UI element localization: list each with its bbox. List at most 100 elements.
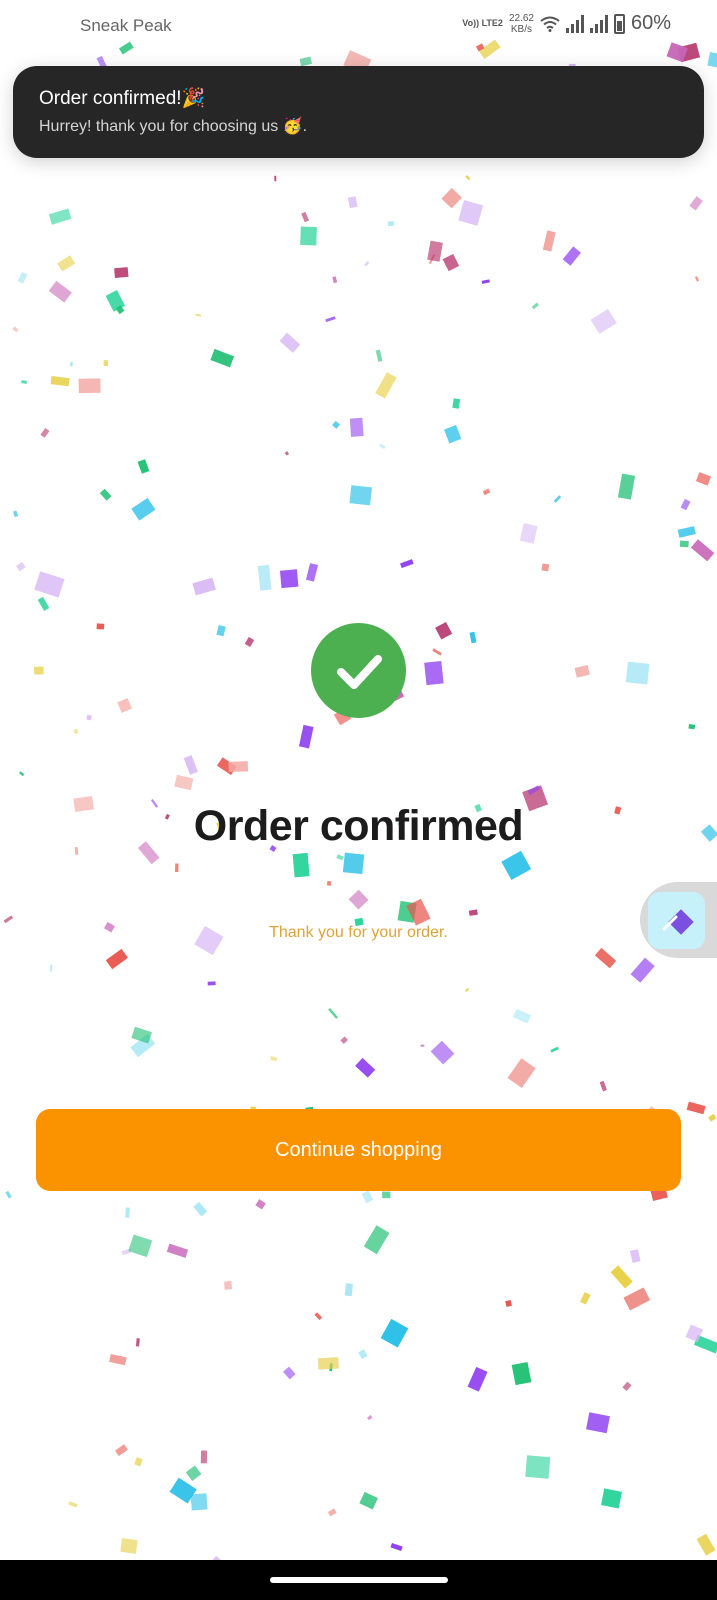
confetti-piece: [355, 1057, 376, 1078]
confetti-piece: [420, 1044, 425, 1047]
confetti-piece: [375, 349, 383, 362]
confetti-piece: [120, 1538, 138, 1554]
confetti-piece: [349, 485, 372, 506]
confetti-piece: [69, 361, 74, 367]
confetti-piece: [50, 376, 70, 387]
confetti-piece: [630, 957, 655, 983]
confetti-piece: [622, 1381, 632, 1392]
confetti-piece: [688, 723, 696, 730]
confetti-piece: [48, 280, 72, 303]
confetti-piece: [444, 425, 462, 444]
confetti-piece: [686, 1101, 706, 1115]
confetti-piece: [375, 372, 397, 399]
confetti-piece: [511, 1361, 532, 1386]
signal-icon: [565, 14, 584, 33]
confetti-piece: [207, 981, 216, 986]
confetti-piece: [195, 313, 202, 317]
confetti-piece: [340, 1036, 349, 1044]
confetti-piece: [135, 1338, 140, 1347]
confetti-piece: [125, 1207, 130, 1218]
floating-side-tab[interactable]: [640, 882, 717, 958]
confetti-piece: [137, 459, 150, 474]
confetti-piece: [114, 267, 129, 278]
confetti-piece: [298, 724, 314, 749]
confetti-piece: [531, 302, 539, 310]
confetti-piece: [694, 276, 700, 282]
confetti-piece: [435, 621, 453, 640]
signal-icon: [589, 14, 608, 33]
confetti-piece: [40, 427, 50, 438]
confetti-piece: [550, 1046, 559, 1053]
confetti-piece: [128, 1234, 153, 1258]
confetti-piece: [432, 648, 442, 656]
confetti-piece: [349, 417, 364, 437]
confetti-piece: [541, 563, 550, 572]
confetti-piece: [257, 564, 272, 591]
confetti-piece: [300, 226, 317, 246]
continue-shopping-button[interactable]: Continue shopping: [36, 1109, 681, 1191]
confetti-piece: [99, 488, 112, 501]
confetti-piece: [327, 1508, 337, 1517]
confetti-piece: [679, 540, 689, 548]
confetti-piece: [507, 1058, 536, 1088]
confetti-piece: [442, 253, 460, 272]
confetti-piece: [244, 636, 255, 648]
network-speed-value: 22.62: [508, 12, 534, 24]
confetti-piece: [21, 380, 27, 384]
confetti-piece: [68, 1501, 78, 1508]
confetti-piece: [505, 1299, 512, 1307]
confetti-piece: [109, 1354, 127, 1366]
confetti-piece: [594, 947, 617, 969]
confetti-piece: [617, 473, 636, 500]
confetti-piece: [347, 196, 358, 209]
confetti-piece: [361, 1190, 374, 1204]
battery-percentage: 60%: [630, 12, 671, 34]
confetti-piece: [228, 761, 249, 773]
confetti-piece: [17, 271, 28, 284]
confetti-piece: [314, 1312, 323, 1321]
confetti-piece: [299, 56, 313, 67]
confetti-piece: [34, 571, 65, 598]
confetti-piece: [270, 1056, 278, 1062]
status-icons: Vo)) LTE2 22.62 KB/s 60%: [462, 12, 671, 35]
confetti-piece: [707, 52, 717, 70]
confetti-piece: [562, 246, 581, 266]
system-navigation-bar: [0, 1560, 717, 1600]
confetti-piece: [317, 1357, 339, 1370]
confetti-piece: [37, 596, 50, 612]
confetti-piece: [342, 852, 365, 875]
confetti-piece: [96, 623, 105, 630]
confetti-piece: [680, 498, 691, 511]
confetti-piece: [78, 378, 101, 394]
confetti-piece: [19, 771, 25, 777]
confetti-piece: [677, 526, 696, 538]
home-indicator[interactable]: [270, 1577, 448, 1583]
confetti-piece: [501, 850, 532, 880]
toast-message: Hurrey! thank you for choosing us 🥳.: [39, 118, 308, 135]
confetti-piece: [367, 1415, 373, 1421]
page-title: Order confirmed: [193, 802, 524, 850]
order-confirmed-toast[interactable]: Order confirmed!🎉 Hurrey! thank you for …: [13, 66, 704, 158]
confetti-piece: [57, 255, 76, 272]
confetti-piece: [16, 561, 26, 572]
confetti-piece: [174, 774, 194, 791]
confetti-piece: [279, 332, 301, 353]
confetti-piece: [332, 420, 341, 429]
confetti-piece: [696, 1533, 716, 1556]
confetti-piece: [344, 1283, 354, 1297]
confetti-piece: [452, 398, 461, 409]
confetti-piece: [12, 510, 19, 518]
confetti-piece: [48, 208, 72, 225]
confetti-piece: [192, 577, 216, 596]
confetti-piece: [586, 1412, 610, 1434]
confetti-piece: [283, 1366, 296, 1380]
confetti-piece: [623, 1287, 651, 1311]
confetti-piece: [387, 221, 395, 227]
floating-tool-button[interactable]: [648, 891, 705, 949]
confetti-piece: [117, 698, 132, 713]
confetti-piece: [430, 1040, 455, 1065]
confetti-piece: [358, 1349, 368, 1360]
confetti-piece: [49, 964, 53, 972]
confetti-piece: [348, 889, 369, 910]
confetti-piece: [458, 200, 484, 226]
